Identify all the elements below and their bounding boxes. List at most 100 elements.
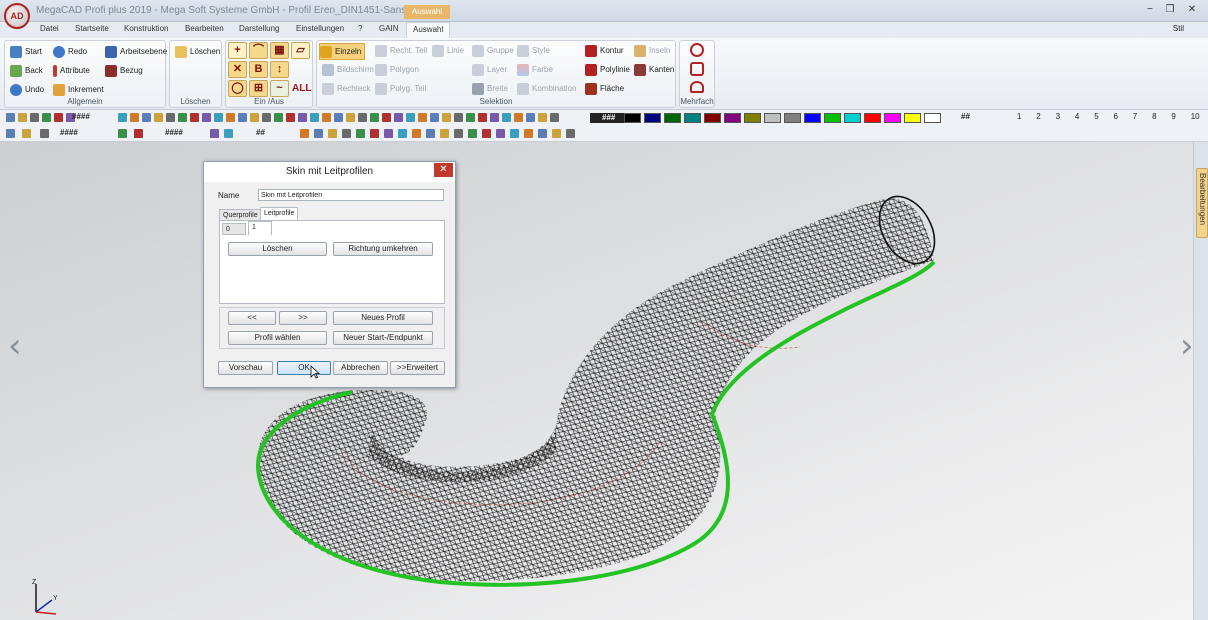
- all-toggle-button[interactable]: ALL: [292, 83, 311, 94]
- toolbar-tool-icon[interactable]: [190, 113, 199, 122]
- layer-button[interactable]: 2: [1036, 112, 1040, 121]
- polylinie-button[interactable]: Polylinie: [585, 62, 630, 78]
- solid-toggle-icon[interactable]: ▱: [291, 42, 310, 59]
- dimension-toggle-icon[interactable]: ↕: [270, 61, 289, 78]
- menu-tab-gain[interactable]: GAIN: [379, 24, 399, 33]
- toolbar-tool-icon[interactable]: [42, 113, 51, 122]
- color-swatch[interactable]: [684, 113, 701, 123]
- subtab-0[interactable]: 0: [222, 223, 246, 235]
- current-color-field[interactable]: ###: [590, 113, 628, 123]
- multi-select-icon-3[interactable]: [690, 81, 704, 93]
- toolbar-tool-icon[interactable]: [142, 113, 151, 122]
- toolbar-tool-icon[interactable]: [356, 129, 365, 138]
- redo-button[interactable]: Redo: [53, 44, 87, 60]
- toolbar-tool-icon[interactable]: [552, 129, 561, 138]
- color-swatch[interactable]: [724, 113, 741, 123]
- toolbar-tool-icon[interactable]: [478, 113, 487, 122]
- toolbar-tool-icon[interactable]: [538, 129, 547, 138]
- menu-tab-einstellungen[interactable]: Einstellungen: [296, 24, 344, 33]
- toolbar-tool-icon[interactable]: [334, 113, 343, 122]
- multi-select-icon-2[interactable]: [690, 62, 704, 76]
- toolbar-tool-icon[interactable]: [384, 129, 393, 138]
- kontur-button[interactable]: Kontur: [585, 43, 624, 59]
- toolbar-tool-icon[interactable]: [382, 113, 391, 122]
- toolbar-tool-icon[interactable]: [538, 113, 547, 122]
- menu-tab-konstruktion[interactable]: Konstruktion: [124, 24, 168, 33]
- menu-tab-startseite[interactable]: Startseite: [75, 24, 109, 33]
- toolbar-tool-icon[interactable]: [502, 113, 511, 122]
- toolbar-tool-icon[interactable]: [6, 129, 15, 138]
- toolbar-tool-icon[interactable]: [342, 129, 351, 138]
- toolbar-tool-icon[interactable]: [30, 113, 39, 122]
- color-swatch[interactable]: [744, 113, 761, 123]
- toolbar-tool-icon[interactable]: [524, 129, 533, 138]
- multi-select-icon-1[interactable]: [690, 43, 704, 57]
- style-button[interactable]: Style: [517, 43, 550, 59]
- toolbar-tool-icon[interactable]: [214, 113, 223, 122]
- start-button[interactable]: Start: [10, 44, 42, 60]
- color-swatch[interactable]: [804, 113, 821, 123]
- gruppe-button[interactable]: Gruppe: [472, 43, 514, 59]
- toolbar-tool-icon[interactable]: [40, 129, 49, 138]
- layer-button[interactable]: 5: [1094, 112, 1098, 121]
- color-swatch[interactable]: [924, 113, 941, 123]
- vorschau-button[interactable]: Vorschau: [218, 361, 273, 375]
- inseln-button[interactable]: Inseln: [634, 43, 670, 59]
- neues-profil-button[interactable]: Neues Profil: [333, 311, 433, 325]
- recht-teil-button[interactable]: Recht. Teil: [375, 43, 427, 59]
- toolbar-tool-icon[interactable]: [262, 113, 271, 122]
- layer-button[interactable]: 7: [1133, 112, 1137, 121]
- 3d-viewport[interactable]: Z Y ‹ ›: [0, 142, 1193, 620]
- toolbar-tool-icon[interactable]: [566, 129, 575, 138]
- wireframe-model[interactable]: Z Y: [0, 142, 1193, 620]
- toolbar-tool-icon[interactable]: [346, 113, 355, 122]
- toolbar-tool-icon[interactable]: [274, 113, 283, 122]
- color-swatch[interactable]: [884, 113, 901, 123]
- minimize-button[interactable]: −: [1142, 3, 1158, 17]
- bildschirm-button[interactable]: Bildschirm: [322, 62, 374, 78]
- toolbar-tool-icon[interactable]: [118, 113, 127, 122]
- toolbar-tool-icon[interactable]: [154, 113, 163, 122]
- toolbar-tool-icon[interactable]: [298, 113, 307, 122]
- toolbar-tool-icon[interactable]: [440, 129, 449, 138]
- toolbar-tool-icon[interactable]: [418, 113, 427, 122]
- arbeitsebene-button[interactable]: Arbeitsebene: [105, 44, 167, 60]
- group-toggle-icon[interactable]: ⊞: [249, 80, 268, 97]
- intersect-toggle-icon[interactable]: ✕: [228, 61, 247, 78]
- loeschen-profile-button[interactable]: Löschen: [228, 242, 327, 256]
- color-swatch[interactable]: [864, 113, 881, 123]
- einzeln-button[interactable]: Einzeln: [319, 43, 366, 60]
- farbe-button[interactable]: Farbe: [517, 62, 553, 78]
- toolbar-tool-icon[interactable]: [22, 129, 31, 138]
- toolbar-tool-icon[interactable]: [426, 129, 435, 138]
- toolbar-tool-icon[interactable]: [514, 113, 523, 122]
- neuer-start-endpunkt-button[interactable]: Neuer Start-/Endpunkt: [333, 331, 433, 345]
- point-toggle-icon[interactable]: +: [228, 42, 247, 59]
- nav-right-arrow[interactable]: ›: [1180, 326, 1193, 366]
- toolbar-tool-icon[interactable]: [166, 113, 175, 122]
- toolbar-field-3[interactable]: ####: [165, 128, 183, 137]
- toolbar-tool-icon[interactable]: [430, 113, 439, 122]
- toolbar-tool-icon[interactable]: [210, 129, 219, 138]
- color-swatch[interactable]: [844, 113, 861, 123]
- toolbar-tool-icon[interactable]: [18, 113, 27, 122]
- toolbar-tool-icon[interactable]: [454, 129, 463, 138]
- ok-button[interactable]: OK: [277, 361, 331, 375]
- toolbar-tool-icon[interactable]: [314, 129, 323, 138]
- inkrement-button[interactable]: Inkrement: [53, 82, 104, 98]
- toolbar-tool-icon[interactable]: [328, 129, 337, 138]
- toolbar-tool-icon[interactable]: [202, 113, 211, 122]
- linie-button[interactable]: Linie: [432, 43, 464, 59]
- toolbar-tool-icon[interactable]: [550, 113, 559, 122]
- undo-button[interactable]: Undo: [10, 82, 44, 98]
- menu-tab-bearbeiten[interactable]: Bearbeiten: [185, 24, 224, 33]
- prev-button[interactable]: <<: [228, 311, 276, 325]
- layer-button[interactable]: Layer: [472, 62, 507, 78]
- toolbar-tool-icon[interactable]: [310, 113, 319, 122]
- dialog-close-button[interactable]: ✕: [434, 163, 453, 177]
- abbrechen-button[interactable]: Abbrechen: [333, 361, 388, 375]
- erweitert-button[interactable]: >>Erweitert: [390, 361, 445, 375]
- kombination-button[interactable]: Kombination: [517, 81, 576, 97]
- toolbar-tool-icon[interactable]: [406, 113, 415, 122]
- hatch-toggle-icon[interactable]: ▦: [270, 42, 289, 59]
